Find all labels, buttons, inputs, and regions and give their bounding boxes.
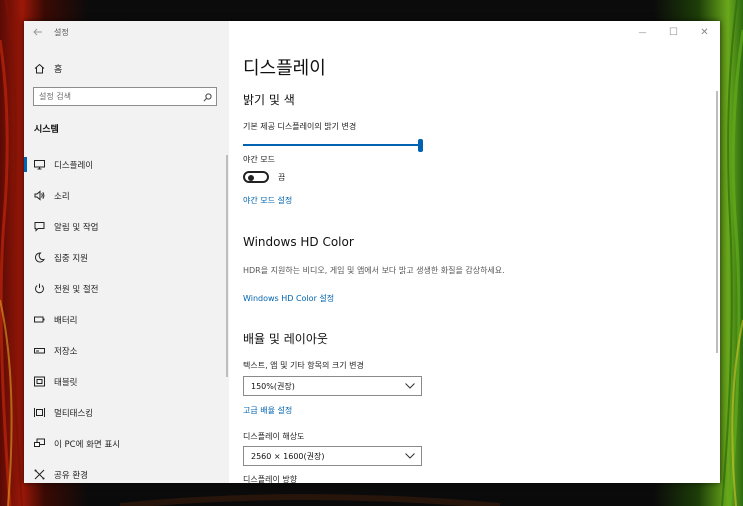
main-scrollbar[interactable]: [716, 91, 718, 353]
moon-icon: [24, 252, 54, 263]
sidebar-item-label: 저장소: [54, 346, 78, 357]
chevron-down-icon: [405, 383, 415, 389]
scale-dropdown-value: 150%(권장): [251, 381, 295, 391]
section-label-system: 시스템: [34, 125, 59, 135]
brightness-heading: 밝기 및 색: [243, 93, 295, 107]
sidebar-item-power[interactable]: 전원 및 절전: [24, 273, 229, 304]
hdr-settings-link[interactable]: Windows HD Color 설정: [243, 293, 334, 304]
sidebar-item-label: 이 PC에 화면 표시: [54, 439, 121, 450]
night-light-toggle-row: 끔: [243, 171, 285, 183]
notification-icon: [24, 221, 54, 232]
resolution-dropdown-value: 2560 × 1600(권장): [251, 451, 325, 461]
battery-icon: [24, 314, 54, 325]
toggle-knob: [248, 175, 254, 181]
sidebar-item-tablet[interactable]: 태블릿: [24, 366, 229, 397]
resolution-label: 디스플레이 해상도: [243, 432, 305, 441]
page-title: 디스플레이: [243, 58, 326, 79]
multitasking-icon: [24, 407, 54, 418]
shared-icon: [24, 469, 54, 480]
sidebar-item-sound[interactable]: 소리: [24, 180, 229, 211]
home-label: 홈: [54, 64, 63, 75]
advanced-scaling-link[interactable]: 고급 배율 설정: [243, 405, 292, 416]
search-input[interactable]: [39, 92, 189, 101]
sidebar-item-label: 멀티태스킹: [54, 408, 94, 419]
sidebar-item-label: 배터리: [54, 315, 78, 326]
night-light-label: 야간 모드: [243, 155, 275, 164]
brightness-slider-label: 기본 제공 디스플레이의 밝기 변경: [243, 122, 357, 131]
home-icon: [24, 63, 54, 74]
sidebar-item-multitasking[interactable]: 멀티태스킹: [24, 397, 229, 428]
sidebar-item-project[interactable]: 이 PC에 화면 표시: [24, 428, 229, 459]
brightness-slider-thumb[interactable]: [418, 139, 423, 152]
sidebar-item-shared[interactable]: 공유 환경: [24, 459, 229, 483]
night-light-toggle[interactable]: [243, 171, 269, 183]
sidebar-item-focus-assist[interactable]: 집중 지원: [24, 242, 229, 273]
scale-heading: 배율 및 레이아웃: [243, 332, 328, 346]
sidebar-item-label: 디스플레이: [54, 160, 94, 171]
sidebar-nav: 디스플레이 소리 알림 및 작업 집중 지원 전원 및 절전 배터리 저장소 태…: [24, 149, 229, 483]
sidebar-item-notifications[interactable]: 알림 및 작업: [24, 211, 229, 242]
app-title: 설정: [54, 27, 69, 37]
sidebar-scrollbar[interactable]: [226, 155, 228, 377]
power-icon: [24, 283, 54, 294]
scale-dropdown[interactable]: 150%(권장): [243, 376, 422, 396]
brightness-slider[interactable]: [243, 139, 423, 152]
hdr-heading: Windows HD Color: [243, 235, 354, 249]
sidebar: 설정 홈 시스템 디스플레이 소리: [24, 21, 229, 483]
title-bar: 설정: [24, 21, 229, 43]
sidebar-item-storage[interactable]: 저장소: [24, 335, 229, 366]
sidebar-item-battery[interactable]: 배터리: [24, 304, 229, 335]
sidebar-item-label: 소리: [54, 191, 70, 202]
brightness-slider-track: [243, 144, 419, 146]
project-icon: [24, 438, 54, 449]
sidebar-item-home[interactable]: 홈: [24, 57, 229, 79]
resolution-dropdown[interactable]: 2560 × 1600(권장): [243, 446, 422, 466]
orientation-label: 디스플레이 방향: [243, 475, 298, 483]
hdr-description: HDR을 지원하는 비디오, 게임 및 앱에서 보다 밝고 생생한 화질을 감상…: [243, 266, 505, 275]
back-arrow-icon: [33, 28, 42, 36]
search-box[interactable]: [33, 87, 217, 106]
storage-icon: [24, 345, 54, 356]
sidebar-item-label: 태블릿: [54, 377, 78, 388]
night-light-settings-link[interactable]: 야간 모드 설정: [243, 195, 292, 206]
sidebar-item-label: 집중 지원: [54, 253, 88, 264]
night-light-state: 끔: [278, 172, 286, 182]
speaker-icon: [24, 190, 54, 201]
chevron-down-icon: [405, 453, 415, 459]
main-content: 디스플레이 밝기 및 색 기본 제공 디스플레이의 밝기 변경 야간 모드 끔 …: [243, 21, 713, 483]
scale-label: 텍스트, 앱 및 기타 항목의 크기 변경: [243, 361, 364, 370]
sidebar-item-label: 전원 및 절전: [54, 284, 99, 295]
monitor-icon: [24, 159, 54, 170]
sidebar-item-label: 공유 환경: [54, 470, 88, 481]
search-icon[interactable]: [203, 87, 212, 106]
sidebar-item-label: 알림 및 작업: [54, 222, 99, 233]
settings-window: 설정 홈 시스템 디스플레이 소리: [24, 21, 720, 483]
sidebar-item-display[interactable]: 디스플레이: [24, 149, 229, 180]
back-button[interactable]: [24, 21, 52, 43]
tablet-icon: [24, 376, 54, 387]
